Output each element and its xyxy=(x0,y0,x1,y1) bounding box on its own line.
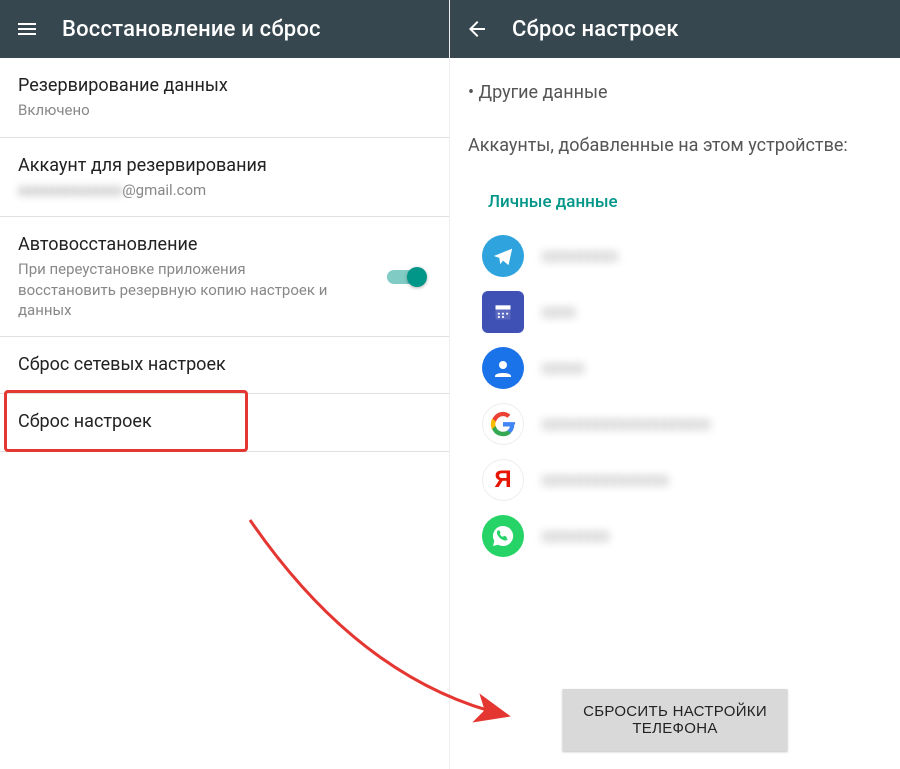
item-label: Автовосстановление xyxy=(18,233,431,257)
calendar-icon xyxy=(482,291,524,333)
account-label: xxxxxxxxx xyxy=(542,246,618,266)
account-row-contact[interactable]: xxxxx xyxy=(468,340,882,396)
item-auto-restore[interactable]: Автовосстановление При переустановке при… xyxy=(0,217,449,337)
account-row-telegram[interactable]: xxxxxxxxx xyxy=(468,228,882,284)
account-label: xxxxxxxxxxxxxxxxxxxx xyxy=(542,414,711,434)
contact-icon xyxy=(482,347,524,389)
item-network-reset[interactable]: Сброс сетевых настроек xyxy=(0,337,449,394)
item-sub: xxxxxxxxxxxxxx@gmail.com xyxy=(18,180,338,200)
account-row-calendar[interactable]: xxxx xyxy=(468,284,882,340)
account-suffix: @gmail.com xyxy=(122,181,206,199)
item-label: Резервирование данных xyxy=(18,74,431,98)
account-row-yandex[interactable]: Я xxxxxxxxxxxxxxx xyxy=(468,452,882,508)
bullet-other-data: • Другие данные xyxy=(468,66,882,103)
account-label: xxxxx xyxy=(542,358,584,378)
item-label: Аккаунт для резервирования xyxy=(18,154,431,178)
appbar-left: Восстановление и сброс xyxy=(0,0,449,58)
whatsapp-icon xyxy=(482,515,524,557)
section-personal: Личные данные xyxy=(488,192,882,212)
appbar-right: Сброс настроек xyxy=(450,0,900,58)
item-backup-account[interactable]: Аккаунт для резервирования xxxxxxxxxxxxx… xyxy=(0,138,449,218)
accounts-heading: Аккаунты, добавленные на этом устройстве… xyxy=(468,133,882,158)
telegram-icon xyxy=(482,235,524,277)
item-backup-data[interactable]: Резервирование данных Включено xyxy=(0,58,449,138)
yandex-icon: Я xyxy=(482,459,524,501)
item-label: Сброс сетевых настроек xyxy=(18,353,431,377)
reset-phone-button[interactable]: СБРОСИТЬ НАСТРОЙКИ ТЕЛЕФОНА xyxy=(563,689,788,751)
settings-list: Резервирование данных Включено Аккаунт д… xyxy=(0,58,449,452)
reset-content: • Другие данные Аккаунты, добавленные на… xyxy=(450,58,900,564)
google-icon xyxy=(482,403,524,445)
accounts-list: xxxxxxxxx xxxx xxxxx xyxy=(468,228,882,564)
item-sub: При переустановке приложения восстановит… xyxy=(18,259,338,320)
account-row-google[interactable]: xxxxxxxxxxxxxxxxxxxx xyxy=(468,396,882,452)
account-label: xxxx xyxy=(542,302,576,322)
item-factory-reset[interactable]: Сброс настроек xyxy=(0,394,449,451)
right-screen: Сброс настроек • Другие данные Аккаунты,… xyxy=(450,0,900,769)
item-label: Сброс настроек xyxy=(18,410,431,434)
account-label: xxxxxxxx xyxy=(542,526,609,546)
left-screen: Восстановление и сброс Резервирование да… xyxy=(0,0,450,769)
screen-title-left: Восстановление и сброс xyxy=(62,17,321,42)
item-sub: Включено xyxy=(18,100,338,120)
auto-restore-toggle[interactable] xyxy=(387,267,427,287)
account-prefix-blur: xxxxxxxxxxxxxx xyxy=(18,181,122,199)
account-row-whatsapp[interactable]: xxxxxxxx xyxy=(468,508,882,564)
menu-icon[interactable] xyxy=(14,16,40,42)
account-label: xxxxxxxxxxxxxxx xyxy=(542,470,669,490)
back-icon[interactable] xyxy=(464,16,490,42)
screen-title-right: Сброс настроек xyxy=(512,17,679,42)
